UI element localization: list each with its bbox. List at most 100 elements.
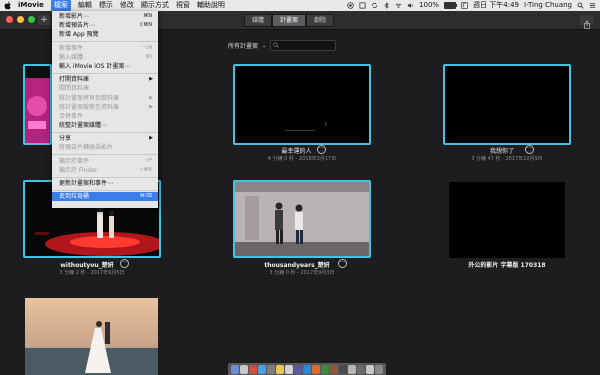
imovie-dock-icon[interactable] xyxy=(339,364,347,374)
file-menu-item[interactable]: 新增預告片⋯ ⇧⌘N xyxy=(52,21,158,30)
more-options-icon[interactable]: ··· xyxy=(525,145,534,154)
menu-item-label: 關閉資料庫 xyxy=(59,85,90,93)
menu-window[interactable]: 視窗 xyxy=(176,0,190,11)
window-controls xyxy=(6,16,35,23)
launchpad-dock-icon[interactable] xyxy=(240,364,248,374)
project-title: withoutyou_楚妍 xyxy=(60,262,114,269)
menu-item-shortcut: ⌥N xyxy=(142,44,152,51)
battery-icon[interactable] xyxy=(444,2,458,9)
file-menu-item[interactable]: 打開資料庫 ▶ xyxy=(52,75,158,84)
menu-help[interactable]: 輔助說明 xyxy=(197,0,225,11)
menu-separator xyxy=(52,154,158,156)
notes-icon[interactable] xyxy=(359,2,366,9)
app-dock-icon[interactable] xyxy=(267,364,275,374)
menu-item-label: 顯示於 Finder xyxy=(59,166,98,174)
app-dock-icon[interactable] xyxy=(303,364,311,374)
project-thumbnail[interactable] xyxy=(443,64,571,145)
menu-item-label: 統整計畫案媒體⋯ xyxy=(59,122,108,130)
safari-dock-icon[interactable] xyxy=(258,364,266,374)
more-options-icon[interactable]: ··· xyxy=(120,259,129,268)
menu-item-label: 輸入媒體⋯ xyxy=(59,53,90,61)
file-menu-item[interactable]: 丟到垃圾桶 ⌘⌫ xyxy=(52,192,158,202)
menu-item-label: 新增影片⋯ xyxy=(59,13,90,20)
menu-item-shortcut: ⇧⌘R xyxy=(139,166,152,173)
menu-item-shortcut: ⇧⌘N xyxy=(139,22,152,29)
menu-item-shortcut: ⌘N xyxy=(143,13,152,19)
trash-dock-icon[interactable] xyxy=(375,364,383,374)
zoom-window-button[interactable] xyxy=(28,16,35,23)
pink-poster-thumbnail xyxy=(25,66,50,143)
wedding-photo-thumbnail xyxy=(25,298,158,375)
app-dock-icon[interactable] xyxy=(312,364,320,374)
file-menu-item[interactable]: 更新計畫案和事件⋯ xyxy=(52,179,158,188)
notification-center-icon[interactable] xyxy=(589,2,596,9)
project-title: 最幸運的人 xyxy=(281,148,312,155)
project-thumbnail[interactable] xyxy=(449,182,565,258)
project-thumbnail[interactable] xyxy=(23,64,52,145)
dark-stage-thumbnail xyxy=(285,122,327,131)
more-options-icon[interactable]: ··· xyxy=(338,259,347,268)
file-menu-item[interactable]: 分享 ▶ xyxy=(52,134,158,143)
chevron-down-icon[interactable]: ⌄ xyxy=(262,43,266,49)
project-thumbnail[interactable] xyxy=(233,64,371,145)
app-dock-icon[interactable] xyxy=(249,364,257,374)
menu-item-label: 新增 App 預覽 xyxy=(59,31,99,39)
search-input[interactable] xyxy=(270,40,337,51)
create-new-button[interactable]: + xyxy=(38,15,50,25)
app-dock-icon[interactable] xyxy=(330,364,338,374)
more-options-icon[interactable]: ··· xyxy=(317,145,326,154)
app-dock-icon[interactable] xyxy=(285,364,293,374)
submenu-arrow-icon: ▶ xyxy=(149,103,153,110)
input-source-icon[interactable] xyxy=(461,2,468,9)
minimize-window-button[interactable] xyxy=(17,16,24,23)
app-dock-icon[interactable] xyxy=(294,364,302,374)
search-icon xyxy=(273,42,279,48)
menu-item-label: 更新計畫案和事件⋯ xyxy=(59,180,114,187)
file-menu-item[interactable]: 新增 App 預覽 xyxy=(52,30,158,39)
file-menu-item[interactable]: 統整計畫案媒體⋯ xyxy=(52,121,158,130)
bluetooth-icon[interactable] xyxy=(383,2,390,9)
apple-icon[interactable] xyxy=(4,1,12,10)
file-menu-item: 合併事件 xyxy=(52,112,158,121)
menu-separator xyxy=(52,72,158,74)
user-name[interactable]: I-Ting Chuang xyxy=(524,0,572,11)
menu-item-label: 將計畫案搬移至資料庫 xyxy=(59,103,120,111)
menu-item-label: 分享 xyxy=(59,135,72,143)
tab-projects[interactable]: 計畫案 xyxy=(272,14,307,27)
file-menu-item[interactable]: 新增影片⋯ ⌘N xyxy=(52,12,158,21)
file-menu-item[interactable]: 輸入 iMovie iOS 計畫案⋯ xyxy=(52,62,158,71)
menu-app-name[interactable]: iMovie xyxy=(18,0,44,11)
menu-separator xyxy=(52,176,158,178)
app-dock-icon[interactable] xyxy=(348,364,356,374)
volume-icon[interactable] xyxy=(407,2,414,9)
menu-item-shortcut: ⌘⌫ xyxy=(139,193,152,200)
app-dock-icon[interactable] xyxy=(357,364,365,374)
project-filter-select[interactable]: 所有計畫案 xyxy=(228,41,258,50)
menu-mark[interactable]: 標示 xyxy=(99,0,113,11)
sync-icon[interactable] xyxy=(371,2,378,9)
wifi-icon[interactable] xyxy=(395,2,402,9)
notes-dock-icon[interactable] xyxy=(276,364,284,374)
close-window-button[interactable] xyxy=(6,16,13,23)
file-menu-item: 新增事件 ⌥N xyxy=(52,44,158,53)
project-title: 外公的影片 字幕版 170318 xyxy=(468,262,546,269)
clock[interactable]: 週日 下午4:49 xyxy=(473,0,519,11)
screen-record-icon[interactable] xyxy=(347,2,354,9)
file-menu-item: 顯示於事件 ⇧F xyxy=(52,157,158,166)
project-thumbnail[interactable] xyxy=(25,298,158,375)
file-menu-item: 將計畫案搬移至資料庫 ▶ xyxy=(52,103,158,112)
downloads-dock-icon[interactable] xyxy=(366,364,374,374)
project-thumbnail[interactable] xyxy=(233,180,371,258)
tab-media[interactable]: 媒體 xyxy=(244,14,273,27)
spotlight-search-icon[interactable] xyxy=(577,2,584,9)
submenu-arrow-icon: ▶ xyxy=(149,94,153,101)
tab-theater[interactable]: 劇院 xyxy=(306,14,335,27)
menu-file[interactable]: 檔案 xyxy=(50,0,71,11)
app-dock-icon[interactable] xyxy=(321,364,329,374)
share-button[interactable] xyxy=(580,15,594,29)
menu-view[interactable]: 顯示方式 xyxy=(141,0,169,11)
battery-percent: 100% xyxy=(419,1,440,9)
finder-dock-icon[interactable] xyxy=(231,364,239,374)
menu-modify[interactable]: 修改 xyxy=(120,0,134,11)
menu-edit[interactable]: 編輯 xyxy=(78,0,92,11)
